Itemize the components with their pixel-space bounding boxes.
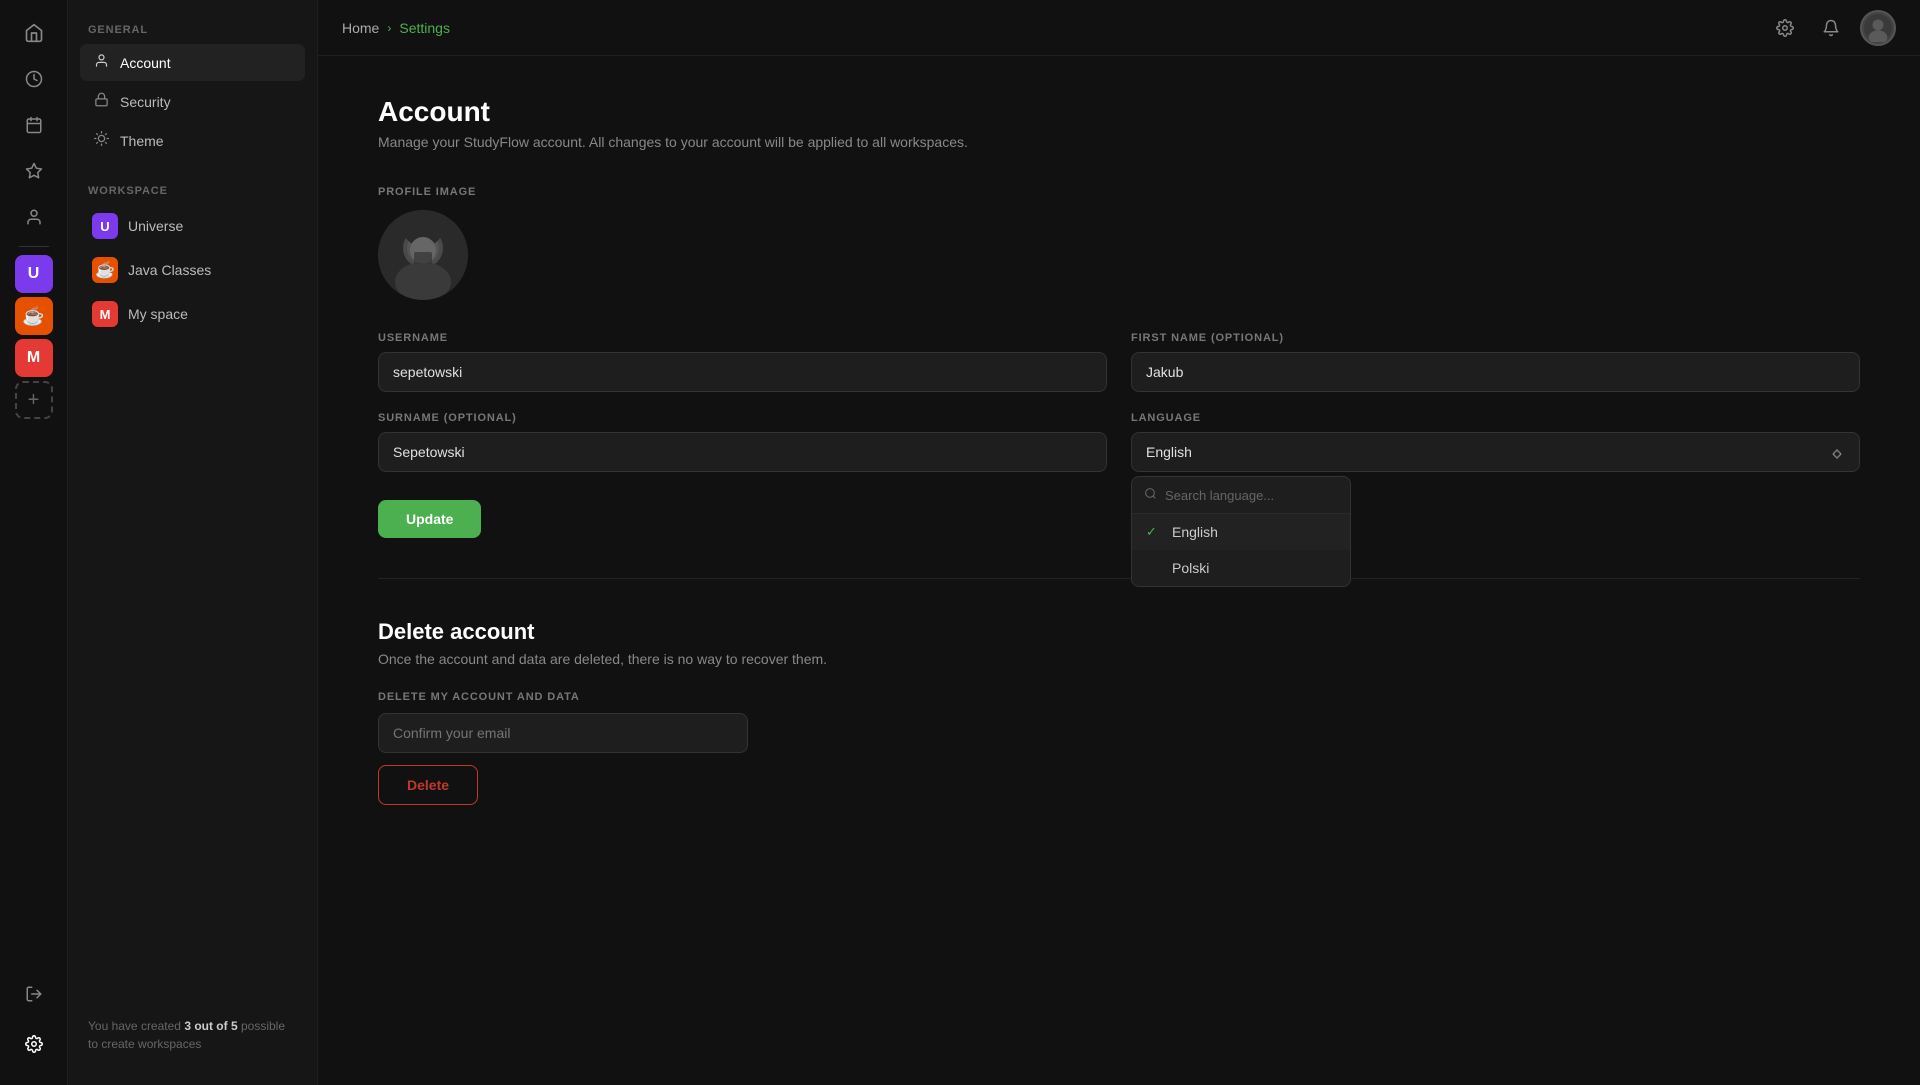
add-workspace-btn[interactable]: + <box>15 381 53 419</box>
sidebar: GENERAL Account Security Theme WORKSPACE… <box>68 0 318 1085</box>
avatar-image <box>1864 14 1892 42</box>
settings-top-icon-btn[interactable] <box>1768 11 1802 45</box>
workspace-java-label: Java Classes <box>128 262 211 278</box>
delete-label: DELETE MY ACCOUNT AND DATA <box>378 691 1860 703</box>
language-option-polski[interactable]: Polski <box>1132 550 1350 586</box>
confirm-email-input[interactable] <box>378 713 748 753</box>
main-area: Home › Settings Account Manage your Stud… <box>318 0 1920 1085</box>
workspace-item-myspace[interactable]: M My space <box>80 293 305 335</box>
workspace-universe-label: Universe <box>128 218 183 234</box>
breadcrumb-chevron-icon: › <box>387 21 391 35</box>
star-icon-btn[interactable] <box>13 150 55 192</box>
user-icon-btn[interactable] <box>13 196 55 238</box>
checkmark-icon: ✓ <box>1146 524 1162 540</box>
language-selected-value: English <box>1146 444 1192 460</box>
language-group: LANGUAGE English ✓ English <box>1131 412 1860 472</box>
firstname-label: FIRST NAME (OPTIONAL) <box>1131 332 1860 344</box>
page-title: Account <box>378 96 1860 128</box>
sidebar-theme-label: Theme <box>120 133 164 149</box>
general-section-label: GENERAL <box>80 24 305 36</box>
java-dot: ☕ <box>92 257 118 283</box>
sidebar-item-security[interactable]: Security <box>80 83 305 120</box>
form-row-2: SURNAME (OPTIONAL) LANGUAGE English <box>378 412 1860 472</box>
breadcrumb-current: Settings <box>399 20 450 36</box>
delete-account-section: Delete account Once the account and data… <box>378 619 1860 805</box>
language-option-polski-label: Polski <box>1172 560 1209 576</box>
profile-image-section: PROFILE IMAGE <box>378 186 1860 300</box>
content-area: Account Manage your StudyFlow account. A… <box>318 56 1920 1085</box>
surname-label: SURNAME (OPTIONAL) <box>378 412 1107 424</box>
workspace-item-java[interactable]: ☕ Java Classes <box>80 249 305 291</box>
firstname-group: FIRST NAME (OPTIONAL) <box>1131 332 1860 392</box>
icon-divider <box>19 246 49 247</box>
username-label: USERNAME <box>378 332 1107 344</box>
universe-workspace-icon[interactable]: U <box>15 255 53 293</box>
calendar-icon-btn[interactable] <box>13 104 55 146</box>
username-input[interactable] <box>378 352 1107 392</box>
security-icon <box>92 92 110 111</box>
page-subtitle: Manage your StudyFlow account. All chang… <box>378 134 1860 150</box>
language-search-input[interactable] <box>1165 488 1341 503</box>
language-dropdown: ✓ English Polski <box>1131 476 1351 587</box>
language-option-english[interactable]: ✓ English <box>1132 514 1350 550</box>
sidebar-footer: You have created 3 out of 5 possible to … <box>80 1001 305 1061</box>
clock-icon-btn[interactable] <box>13 58 55 100</box>
universe-dot: U <box>92 213 118 239</box>
theme-icon <box>92 131 110 150</box>
icon-bar: U ☕ M + <box>0 0 68 1085</box>
workspace-section: WORKSPACE U Universe ☕ Java Classes M My… <box>80 185 305 337</box>
delete-section-subtitle: Once the account and data are deleted, t… <box>378 651 1860 667</box>
lang-search-container <box>1132 477 1350 514</box>
logout-icon-btn[interactable] <box>13 973 55 1015</box>
chevron-updown-icon <box>1829 444 1845 460</box>
language-label: LANGUAGE <box>1131 412 1860 424</box>
search-icon <box>1144 487 1157 503</box>
section-divider <box>378 578 1860 579</box>
footer-bold: 3 out of 5 <box>184 1019 237 1033</box>
icon-bar-bottom <box>13 973 55 1073</box>
settings-icon-btn[interactable] <box>13 1023 55 1065</box>
workspace-myspace-label: My space <box>128 306 188 322</box>
username-group: USERNAME <box>378 332 1107 392</box>
breadcrumb-home[interactable]: Home <box>342 20 379 36</box>
myspace-workspace-icon[interactable]: M <box>15 339 53 377</box>
profile-avatar-svg <box>378 210 468 300</box>
delete-section-title: Delete account <box>378 619 1860 645</box>
workspace-section-label: WORKSPACE <box>80 185 305 197</box>
account-icon <box>92 53 110 72</box>
profile-avatar[interactable] <box>378 210 468 300</box>
home-icon-btn[interactable] <box>13 12 55 54</box>
java-workspace-icon[interactable]: ☕ <box>15 297 53 335</box>
workspace-item-universe[interactable]: U Universe <box>80 205 305 247</box>
sidebar-item-account[interactable]: Account <box>80 44 305 81</box>
surname-input[interactable] <box>378 432 1107 472</box>
sidebar-security-label: Security <box>120 94 171 110</box>
language-select-btn[interactable]: English <box>1131 432 1860 472</box>
sidebar-account-label: Account <box>120 55 171 71</box>
topbar-actions <box>1768 10 1896 46</box>
profile-image-label: PROFILE IMAGE <box>378 186 1860 198</box>
surname-group: SURNAME (OPTIONAL) <box>378 412 1107 472</box>
sidebar-item-theme[interactable]: Theme <box>80 122 305 159</box>
delete-button[interactable]: Delete <box>378 765 478 805</box>
language-option-english-label: English <box>1172 524 1218 540</box>
firstname-input[interactable] <box>1131 352 1860 392</box>
bell-icon-btn[interactable] <box>1814 11 1848 45</box>
update-button[interactable]: Update <box>378 500 481 538</box>
form-row-1: USERNAME FIRST NAME (OPTIONAL) <box>378 332 1860 392</box>
footer-text1: You have created <box>88 1019 184 1033</box>
icon-bar-top: U ☕ M + <box>13 12 55 969</box>
breadcrumb: Home › Settings <box>342 20 1760 36</box>
user-avatar-btn[interactable] <box>1860 10 1896 46</box>
myspace-dot: M <box>92 301 118 327</box>
topbar: Home › Settings <box>318 0 1920 56</box>
